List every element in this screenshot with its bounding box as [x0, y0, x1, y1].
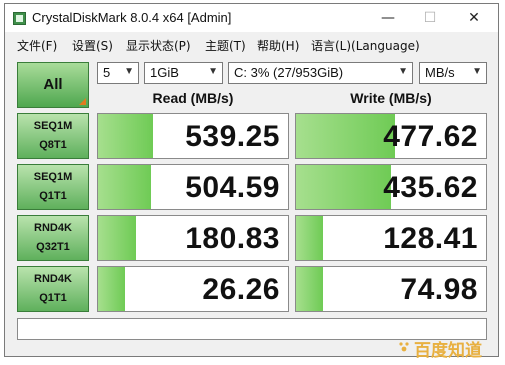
count-value: 5 [103, 65, 111, 80]
menu-file[interactable]: 文件(F) [17, 37, 57, 54]
write-result: 74.98 [295, 266, 487, 312]
test-label-line2: Q1T1 [39, 292, 67, 304]
write-value: 435.62 [383, 171, 478, 204]
write-bar [296, 165, 391, 209]
menu-display-status[interactable]: 显示状态(P) [126, 37, 191, 54]
write-result: 128.41 [295, 215, 487, 261]
menu-settings[interactable]: 设置(S) [72, 37, 113, 54]
test-label-line1: RND4K [34, 222, 72, 234]
read-value: 539.25 [185, 120, 280, 153]
read-bar [98, 216, 136, 260]
test-button-rnd4k-q1t1[interactable]: RND4K Q1T1 [17, 266, 89, 312]
write-value: 74.98 [400, 273, 478, 306]
chevron-down-icon: ▼ [472, 66, 482, 77]
write-bar [296, 114, 395, 158]
test-button-seq1m-q1t1[interactable]: SEQ1M Q1T1 [17, 164, 89, 210]
drive-value: C: 3% (27/953GiB) [234, 65, 344, 80]
maximize-button[interactable]: ☐ [409, 4, 451, 32]
chevron-down-icon: ▼ [398, 66, 408, 77]
read-value: 180.83 [185, 222, 280, 255]
chevron-down-icon: ▼ [208, 66, 218, 77]
read-result: 180.83 [97, 215, 289, 261]
read-result: 26.26 [97, 266, 289, 312]
read-result: 539.25 [97, 113, 289, 159]
test-label-line2: Q1T1 [39, 190, 67, 202]
write-result: 477.62 [295, 113, 487, 159]
title-bar: CrystalDiskMark 8.0.4 x64 [Admin] — ☐ ✕ [5, 4, 498, 32]
read-value: 26.26 [202, 273, 280, 306]
write-bar [296, 267, 323, 311]
watermark-logo: 百度知道 [414, 341, 482, 361]
close-button[interactable]: ✕ [453, 4, 495, 32]
test-label-line1: SEQ1M [33, 120, 73, 132]
watermark-paw-icon [399, 342, 409, 352]
read-bar [98, 114, 154, 158]
test-label-line1: SEQ1M [33, 171, 73, 183]
app-icon [13, 12, 26, 25]
read-result: 504.59 [97, 164, 289, 210]
unit-select[interactable]: MB/s ▼ [419, 62, 487, 84]
write-value: 477.62 [383, 120, 478, 153]
menu-help[interactable]: 帮助(H) [257, 37, 299, 54]
write-header: Write (MB/s) [350, 90, 432, 106]
size-select[interactable]: 1GiB ▼ [144, 62, 223, 84]
all-button[interactable]: All [17, 62, 89, 108]
read-value: 504.59 [185, 171, 280, 204]
test-label-line2: Q8T1 [39, 139, 67, 151]
test-label-line2: Q32T1 [36, 241, 70, 253]
write-bar [296, 216, 323, 260]
menu-bar: 文件(F) 设置(S) 显示状态(P) 主题(T) 帮助(H) 语言(L)(La… [5, 34, 498, 54]
size-value: 1GiB [150, 65, 179, 80]
window-title: CrystalDiskMark 8.0.4 x64 [Admin] [32, 10, 232, 25]
unit-value: MB/s [425, 65, 455, 80]
test-button-rnd4k-q32t1[interactable]: RND4K Q32T1 [17, 215, 89, 261]
write-result: 435.62 [295, 164, 487, 210]
drive-select[interactable]: C: 3% (27/953GiB) ▼ [228, 62, 413, 84]
chevron-down-icon: ▼ [124, 66, 134, 77]
menu-language[interactable]: 语言(L)(Language) [311, 37, 420, 54]
write-value: 128.41 [383, 222, 478, 255]
count-select[interactable]: 5 ▼ [97, 62, 139, 84]
read-header: Read (MB/s) [152, 90, 234, 106]
read-bar [98, 165, 152, 209]
menu-theme[interactable]: 主题(T) [205, 37, 246, 54]
test-button-seq1m-q8t1[interactable]: SEQ1M Q8T1 [17, 113, 89, 159]
test-label-line1: RND4K [34, 273, 72, 285]
minimize-button[interactable]: — [367, 4, 409, 32]
read-bar [98, 267, 125, 311]
